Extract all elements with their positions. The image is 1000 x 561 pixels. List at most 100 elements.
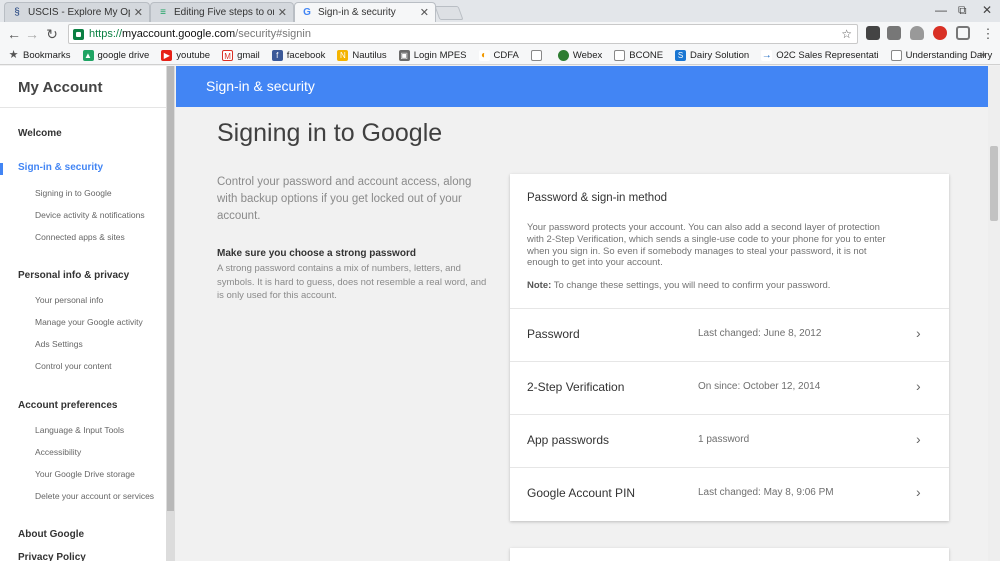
bookmark-item[interactable]: ▣ Login MPES — [398, 49, 467, 61]
setting-row-password[interactable]: Password Last changed: June 8, 2012 › — [510, 308, 949, 361]
sidebar-item-personal-info[interactable]: Personal info & privacy — [18, 270, 129, 281]
close-icon[interactable]: ✕ — [134, 6, 143, 19]
sidebar-subitem-control-content[interactable]: Control your content — [35, 361, 112, 371]
bookmark-item[interactable]: ★ Bookmarks — [8, 48, 71, 61]
sidebar-subitem-personal-info[interactable]: Your personal info — [35, 295, 103, 305]
bookmark-label: gmail — [237, 49, 260, 61]
cast-icon[interactable] — [956, 26, 970, 40]
header-title: Sign-in & security — [206, 78, 315, 94]
address-bar[interactable]: https:// myaccount.google.com /security#… — [68, 24, 858, 44]
bookmark-item[interactable]: ◐ CDFA — [478, 49, 519, 61]
star-icon[interactable]: ☆ — [841, 27, 852, 41]
sidebar-subitem-delete-account[interactable]: Delete your account or services — [35, 491, 154, 501]
url-path: /security#signin — [235, 28, 311, 40]
sidebar-subitem-google-activity[interactable]: Manage your Google activity — [35, 317, 143, 327]
sidebar-subitem-device-activity[interactable]: Device activity & notifications — [35, 210, 145, 220]
facebook-icon: f — [271, 49, 283, 61]
sidebar: My Account Welcome Sign-in & security Si… — [0, 66, 166, 561]
tab-title: Sign-in & security — [318, 7, 396, 18]
bookmark-item[interactable]: Webex — [557, 49, 603, 61]
bookmark-label: google drive — [97, 49, 150, 61]
tip-title: Make sure you choose a strong password — [217, 248, 416, 259]
setting-row-account-pin[interactable]: Google Account PIN Last changed: May 8, … — [510, 467, 949, 520]
back-icon[interactable]: ← — [6, 25, 22, 43]
close-window-icon[interactable]: ✕ — [982, 3, 992, 17]
bookmark-label: O2C Sales Representati — [776, 49, 879, 61]
bookmark-label: CDFA — [493, 49, 519, 61]
scrollbar-thumb[interactable] — [990, 146, 998, 221]
page-icon — [530, 49, 542, 61]
page-icon — [890, 49, 902, 61]
sidebar-item-sign-in-security[interactable]: Sign-in & security — [18, 162, 103, 173]
tab-title: Editing Five steps to online — [174, 7, 274, 18]
menu-icon[interactable]: ⋮ — [980, 25, 996, 43]
lock-icon — [73, 28, 84, 40]
bookmark-item[interactable]: S Dairy Solution — [675, 49, 750, 61]
google-icon: G — [303, 6, 311, 18]
new-tab-button[interactable] — [434, 6, 464, 20]
sidebar-item-about-google[interactable]: About Google — [18, 529, 84, 540]
bookmarks-overflow-icon[interactable]: » — [980, 49, 986, 61]
sidebar-subitem-ads-settings[interactable]: Ads Settings — [35, 339, 83, 349]
bookmark-item[interactable]: N Nautilus — [337, 49, 387, 61]
row-label: App passwords — [527, 433, 610, 447]
tab-editing[interactable]: ≡ Editing Five steps to online ✕ — [150, 2, 294, 22]
sidebar-subitem-connected-apps[interactable]: Connected apps & sites — [35, 232, 125, 242]
active-indicator — [0, 163, 3, 175]
bookmark-item[interactable]: ▶ youtube — [161, 49, 211, 61]
page-scrollbar[interactable] — [988, 66, 1000, 561]
bookmark-item[interactable]: f facebook — [271, 49, 326, 61]
sidebar-subitem-drive-storage[interactable]: Your Google Drive storage — [35, 469, 135, 479]
bookmarks-bar: ★ Bookmarks ▲ google drive ▶ youtube Mgmail… — [0, 46, 1000, 65]
scrollbar-thumb[interactable] — [167, 66, 174, 511]
url-host: myaccount.google.com — [122, 28, 236, 40]
bookmark-item[interactable] — [530, 49, 546, 61]
page-icon — [614, 49, 626, 61]
minimize-icon[interactable]: — — [935, 3, 947, 17]
extension-icon[interactable] — [887, 26, 901, 40]
nautilus-icon: N — [337, 49, 349, 61]
bookmark-item[interactable]: Understanding Dairy — [890, 49, 992, 61]
bookmark-label: Dairy Solution — [690, 49, 750, 61]
sidebar-item-privacy-policy[interactable]: Privacy Policy — [18, 552, 86, 561]
intro-text: Control your password and account access… — [217, 176, 472, 222]
bookmark-label: youtube — [176, 49, 211, 61]
row-value: Last changed: May 8, 9:06 PM — [698, 487, 834, 498]
tab-uscis[interactable]: § USCIS - Explore My Options ✕ — [4, 2, 150, 22]
tab-sign-in-security[interactable]: G Sign-in & security ✕ — [294, 2, 436, 22]
restore-icon[interactable]: ⧉ — [958, 3, 967, 18]
star-icon: ★ — [8, 48, 19, 61]
browser-toolbar: ← → ↻ https:// myaccount.google.com /sec… — [0, 22, 1000, 46]
mpes-icon: ▣ — [398, 49, 410, 61]
webex-icon — [557, 49, 569, 61]
row-label: Google Account PIN — [527, 486, 636, 500]
bookmark-label: facebook — [286, 49, 326, 61]
forward-icon[interactable]: → — [24, 25, 40, 43]
adblock-icon[interactable] — [933, 26, 947, 40]
shield-icon[interactable] — [910, 26, 924, 40]
tab-title: USCIS - Explore My Options — [28, 7, 130, 18]
sidebar-item-account-preferences[interactable]: Account preferences — [18, 400, 117, 411]
bookmark-label: Nautilus — [352, 49, 387, 61]
sidebar-title: My Account — [0, 66, 166, 108]
edit-icon: ≡ — [160, 6, 166, 18]
close-icon[interactable]: ✕ — [278, 6, 287, 19]
setting-row-app-passwords[interactable]: App passwords 1 password › — [510, 414, 949, 467]
sidebar-subitem-accessibility[interactable]: Accessibility — [35, 447, 81, 457]
next-card — [510, 548, 949, 561]
bookmark-item[interactable]: → O2C Sales Representati — [761, 49, 879, 61]
sidebar-subitem-language[interactable]: Language & Input Tools — [35, 425, 124, 435]
bookmark-item[interactable]: Mgmail — [222, 49, 260, 61]
reload-icon[interactable]: ↻ — [44, 25, 60, 43]
sidebar-subitem-signing-in[interactable]: Signing in to Google — [35, 188, 112, 198]
sidebar-item-welcome[interactable]: Welcome — [18, 128, 62, 139]
bookmark-item[interactable]: ▲ google drive — [82, 49, 150, 61]
bookmark-item[interactable]: BCONE — [614, 49, 664, 61]
bookmark-label: Webex — [572, 49, 603, 61]
setting-row-2-step-verification[interactable]: 2-Step Verification On since: October 12… — [510, 361, 949, 414]
youtube-icon: ▶ — [161, 49, 173, 61]
bookmark-label: BCONE — [629, 49, 664, 61]
pocket-icon[interactable] — [866, 26, 880, 40]
close-icon[interactable]: ✕ — [420, 6, 429, 19]
sidebar-scrollbar[interactable] — [166, 66, 175, 561]
